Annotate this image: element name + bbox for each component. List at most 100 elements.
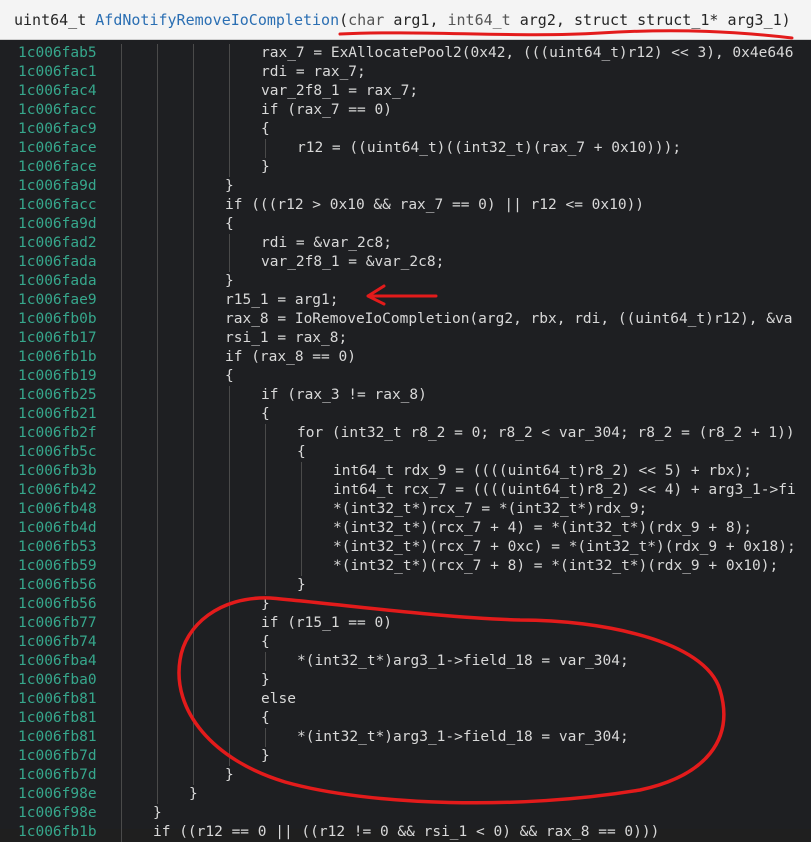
line-address[interactable]: 1c006fa9d [18,177,97,196]
code-line[interactable]: 1c006fb81 *(int32_t*)arg3_1->field_18 = v… [0,728,811,747]
line-address[interactable]: 1c006fb0b [18,310,97,329]
line-address[interactable]: 1c006fb5c [18,443,97,462]
line-source[interactable]: for (int32_t r8_2 = 0; r8_2 < var_304; r… [297,424,795,443]
code-line[interactable]: 1c006fb0b rax_8 = IoRemoveIoCompletion(ar… [0,310,811,329]
code-line[interactable]: 1c006fb56} [0,576,811,595]
line-source[interactable]: { [225,215,234,234]
line-source[interactable]: r12 = ((uint64_t)((int32_t)(rax_7 + 0x10… [297,139,681,158]
line-address[interactable]: 1c006fad2 [18,234,97,253]
code-line[interactable]: 1c006fb21 { [0,405,811,424]
line-source[interactable]: { [261,709,270,728]
line-source[interactable]: rdi = &var_2c8; [261,234,392,253]
line-address[interactable]: 1c006fb25 [18,386,97,405]
line-source[interactable]: } [225,177,234,196]
line-address[interactable]: 1c006facc [18,101,97,120]
line-source[interactable]: var_2f8_1 = &var_2c8; [261,253,444,272]
line-source[interactable]: *(int32_t*)(rcx_7 + 4) = *(int32_t*)(rdx… [333,519,752,538]
line-source[interactable]: *(int32_t*)arg3_1->field_18 = var_304; [297,728,629,747]
line-source[interactable]: if (rax_3 != rax_8) [261,386,427,405]
param-3-name[interactable]: arg3_1 [727,11,781,29]
line-source[interactable]: var_2f8_1 = rax_7; [261,82,418,101]
line-source[interactable]: } [225,272,234,291]
line-source[interactable]: { [261,405,270,424]
code-line[interactable]: 1c006fb48 *(int32_t*)rcx_7 = *(int32_t*)r… [0,500,811,519]
code-line[interactable]: 1c006fb42 int64_t rcx_7 = ((((uint64_t)r8… [0,481,811,500]
line-source[interactable]: rax_7 = ExAllocatePool2(0x42, (((uint64_… [261,44,794,63]
code-line[interactable]: 1c006fab5 rax_7 = ExAllocatePool2(0x42, (… [0,44,811,63]
code-line[interactable]: 1c006fb56} [0,595,811,614]
line-address[interactable]: 1c006fac9 [18,120,97,139]
code-line[interactable]: 1c006fac4 var_2f8_1 = rax_7; [0,82,811,101]
line-address[interactable]: 1c006f98e [18,804,97,823]
line-address[interactable]: 1c006fae9 [18,291,97,310]
line-address[interactable]: 1c006fba4 [18,652,97,671]
line-address[interactable]: 1c006fb3b [18,462,97,481]
code-line[interactable]: 1c006fac1 rdi = rax_7; [0,63,811,82]
line-address[interactable]: 1c006fa9d [18,215,97,234]
line-source[interactable]: *(int32_t*)arg3_1->field_18 = var_304; [297,652,629,671]
line-source[interactable]: rdi = rax_7; [261,63,366,82]
line-source[interactable]: rsi_1 = rax_8; [225,329,347,348]
line-source[interactable]: if (rax_7 == 0) [261,101,392,120]
line-source[interactable]: } [261,747,270,766]
code-line[interactable]: 1c006fb7d} [0,766,811,785]
code-line[interactable]: 1c006fb53 *(int32_t*)(rcx_7 + 0xc) = *(in… [0,538,811,557]
line-address[interactable]: 1c006fac4 [18,82,97,101]
line-source[interactable]: } [225,766,234,785]
line-address[interactable]: 1c006fb74 [18,633,97,652]
line-source[interactable]: else [261,690,296,709]
line-source[interactable]: { [225,367,234,386]
line-address[interactable]: 1c006fada [18,272,97,291]
line-source[interactable]: if (rax_8 == 0) [225,348,356,367]
line-source[interactable]: if ((r12 == 0 || ((r12 != 0 && rsi_1 < 0… [153,823,659,842]
code-line[interactable]: 1c006fada var_2f8_1 = &var_2c8; [0,253,811,272]
line-address[interactable]: 1c006fb1b [18,348,97,367]
code-line[interactable]: 1c006fb4d *(int32_t*)(rcx_7 + 4) = *(int3… [0,519,811,538]
line-address[interactable]: 1c006fb7d [18,766,97,785]
line-source[interactable]: } [261,671,270,690]
line-source[interactable]: if (r15_1 == 0) [261,614,392,633]
line-address[interactable]: 1c006fb2f [18,424,97,443]
line-address[interactable]: 1c006fb48 [18,500,97,519]
code-line[interactable]: 1c006fa9d { [0,215,811,234]
line-address[interactable]: 1c006fada [18,253,97,272]
line-address[interactable]: 1c006fac1 [18,63,97,82]
line-address[interactable]: 1c006fb53 [18,538,97,557]
line-address[interactable]: 1c006fb21 [18,405,97,424]
line-source[interactable]: *(int32_t*)(rcx_7 + 0xc) = *(int32_t*)(r… [333,538,796,557]
code-line[interactable]: 1c006f98e} [0,804,811,823]
code-line[interactable]: 1c006fba0} [0,671,811,690]
code-line[interactable]: 1c006fb74 { [0,633,811,652]
line-address[interactable]: 1c006fb81 [18,709,97,728]
function-name[interactable]: AfdNotifyRemoveIoCompletion [95,11,339,29]
line-source[interactable]: *(int32_t*)rcx_7 = *(int32_t*)rdx_9; [333,500,647,519]
line-source[interactable]: int64_t rdx_9 = ((((uint64_t)r8_2) << 5)… [333,462,752,481]
code-line[interactable]: 1c006fb1b if (rax_8 == 0) [0,348,811,367]
line-source[interactable]: int64_t rcx_7 = ((((uint64_t)r8_2) << 4)… [333,481,796,500]
line-source[interactable]: r15_1 = arg1; [225,291,339,310]
line-address[interactable]: 1c006face [18,158,97,177]
line-address[interactable]: 1c006face [18,139,97,158]
line-address[interactable]: 1c006fb17 [18,329,97,348]
code-line[interactable]: 1c006fba4 *(int32_t*)arg3_1->field_18 = v… [0,652,811,671]
code-line[interactable]: 1c006fad2 rdi = &var_2c8; [0,234,811,253]
line-address[interactable]: 1c006fb42 [18,481,97,500]
code-line[interactable]: 1c006face r12 = ((uint64_t)((int32_t)(rax… [0,139,811,158]
line-address[interactable]: 1c006fb81 [18,728,97,747]
code-line[interactable]: 1c006fb5c { [0,443,811,462]
line-source[interactable]: } [189,785,198,804]
line-address[interactable]: 1c006fb7d [18,747,97,766]
code-line[interactable]: 1c006facc if (((r12 > 0x10 && rax_7 == 0)… [0,196,811,215]
param-2-name[interactable]: arg2 [520,11,556,29]
line-address[interactable]: 1c006fb19 [18,367,97,386]
code-line[interactable]: 1c006fb2f for (int32_t r8_2 = 0; r8_2 < v… [0,424,811,443]
line-address[interactable]: 1c006fb81 [18,690,97,709]
line-source[interactable]: } [153,804,162,823]
code-line[interactable]: 1c006fa9d} [0,177,811,196]
code-line[interactable]: 1c006fb19 { [0,367,811,386]
code-line[interactable]: 1c006fb7d} [0,747,811,766]
line-address[interactable]: 1c006fab5 [18,44,97,63]
line-address[interactable]: 1c006fba0 [18,671,97,690]
code-line[interactable]: 1c006fb81 else [0,690,811,709]
line-source[interactable]: if (((r12 > 0x10 && rax_7 == 0) || r12 <… [225,196,644,215]
